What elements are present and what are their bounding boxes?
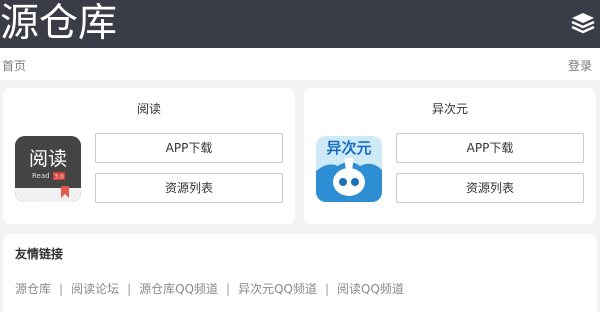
friend-link-item[interactable]: 源仓库 bbox=[15, 282, 51, 296]
link-separator: | bbox=[226, 282, 231, 296]
yiciyuan-resources-button[interactable]: 资源列表 bbox=[396, 173, 584, 203]
link-separator: | bbox=[59, 282, 64, 296]
friend-link-item[interactable]: 阅读论坛 bbox=[71, 282, 119, 296]
read-icon-badge: 3.0 bbox=[54, 174, 64, 181]
card-title: 阅读 bbox=[136, 102, 161, 116]
link-separator: | bbox=[127, 282, 132, 296]
app-card-yiciyuan: 异次元 异次元 APP下载 资源列表 bbox=[304, 88, 596, 224]
friend-links-row: 源仓库 | 阅读论坛 | 源仓库QQ频道 | 异次元QQ频道 | 阅读QQ频道 bbox=[15, 280, 404, 297]
friend-link-item[interactable]: 源仓库QQ频道 bbox=[139, 282, 218, 296]
site-brand[interactable]: 源仓库 bbox=[0, 1, 117, 47]
layers-icon[interactable] bbox=[570, 10, 596, 36]
read-resources-button[interactable]: 资源列表 bbox=[95, 173, 283, 203]
friend-link-item[interactable]: 异次元QQ频道 bbox=[238, 282, 317, 296]
friend-links-panel: 友情链接 源仓库 | 阅读论坛 | 源仓库QQ频道 | 异次元QQ频道 | 阅读QQ频道 bbox=[3, 234, 597, 312]
home-link[interactable]: 首页 bbox=[2, 57, 26, 74]
top-bar: 源仓库 bbox=[0, 0, 600, 48]
friend-link-item[interactable]: 阅读QQ频道 bbox=[337, 282, 404, 296]
yiciyuan-app-icon: 异次元 bbox=[316, 136, 382, 202]
friend-links-title: 友情链接 bbox=[15, 247, 64, 261]
login-link[interactable]: 登录 bbox=[568, 57, 592, 74]
read-icon-text: 阅读 bbox=[29, 148, 67, 170]
yiciyuan-download-button[interactable]: APP下载 bbox=[396, 133, 584, 163]
card-title: 异次元 bbox=[431, 102, 468, 116]
read-download-button[interactable]: APP下载 bbox=[95, 133, 283, 163]
sub-nav: 首页 登录 bbox=[0, 48, 600, 80]
read-app-icon: 阅读 Read 3.0 bbox=[15, 136, 81, 202]
app-card-read: 阅读 阅读 Read 3.0 APP下载 资源列表 bbox=[3, 88, 295, 224]
read-icon-subtext: Read bbox=[32, 172, 50, 180]
yiciyuan-icon-text: 异次元 bbox=[326, 139, 371, 157]
link-separator: | bbox=[324, 282, 330, 296]
